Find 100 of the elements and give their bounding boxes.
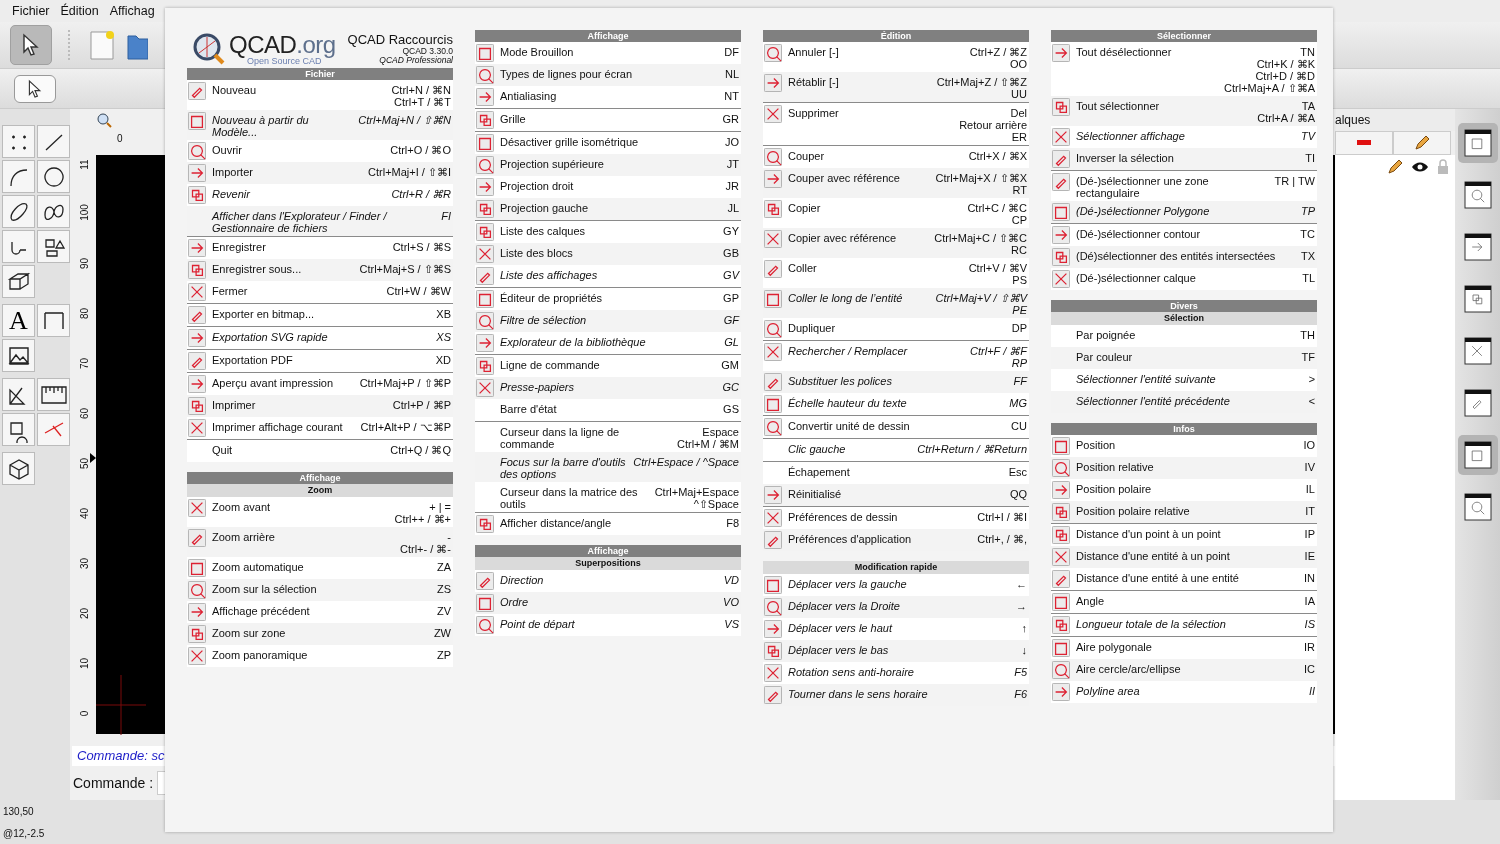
- shortcut-label: (Dé-)sélectionner contour: [1076, 227, 1202, 240]
- shortcut-label: Fermer: [212, 284, 249, 297]
- shortcut-label: Rechercher / Remplacer: [788, 344, 909, 357]
- drawing-tool-button[interactable]: [2, 265, 35, 298]
- shortcut-key: TI: [1305, 152, 1315, 164]
- shortcut-label: Angle: [1076, 594, 1106, 607]
- panel-window-icon[interactable]: [1463, 337, 1492, 365]
- panel-window-icon[interactable]: [1463, 389, 1492, 417]
- drawing-tool-button[interactable]: [2, 378, 35, 411]
- shortcut-key: Ctrl+O / ⌘O: [390, 144, 451, 156]
- shortcut-label: Réinitialisé: [788, 487, 843, 500]
- shortcut-key: Ctrl+R / ⌘R: [391, 188, 451, 200]
- shortcut-key: ZA: [436, 561, 451, 573]
- drawing-tool-button[interactable]: [37, 304, 70, 337]
- shortcut-label: Tourner dans le sens horaire: [788, 687, 929, 700]
- shortcut-key: Ctrl++ / ⌘+: [394, 513, 451, 525]
- block-tool-button[interactable]: [2, 452, 35, 485]
- shortcut-key: IN: [1304, 572, 1315, 584]
- shortcut-label: Nouveau à partir du Modèle...: [212, 113, 310, 138]
- shortcut-label: Distance d'un point à un point: [1076, 527, 1222, 540]
- shortcut-label: Supprimer: [788, 106, 840, 119]
- shortcut-label: Position: [1076, 438, 1117, 451]
- shortcut-label: Grille: [500, 112, 527, 125]
- panel-window-icon[interactable]: [1463, 181, 1492, 209]
- ruler-label: 40: [78, 506, 90, 522]
- shortcut-label: Afficher distance/angle: [500, 516, 613, 529]
- drawing-tool-button[interactable]: [37, 378, 70, 411]
- shortcut-key: ZP: [436, 649, 451, 661]
- section-header: Affichage: [475, 545, 741, 557]
- shortcut-key: Ctrl+Maj+X / ⇧⌘X: [935, 172, 1027, 184]
- remove-layer-button[interactable]: [1335, 131, 1393, 155]
- shortcut-label: Annuler [-]: [788, 45, 840, 58]
- shortcut-key: GM: [721, 359, 739, 371]
- shortcut-key: VO: [723, 596, 739, 608]
- shortcut-key: IE: [1304, 550, 1315, 562]
- drawing-tool-button[interactable]: [2, 413, 35, 446]
- subsection-header: Superpositions: [475, 557, 741, 570]
- drawing-tool-button[interactable]: [37, 160, 70, 193]
- section-header: Édition: [763, 30, 1029, 42]
- drawing-tool-button[interactable]: [2, 160, 35, 193]
- zoom-icon[interactable]: [96, 112, 112, 128]
- shortcut-label: Projection supérieure: [500, 157, 605, 170]
- shortcut-label: Exportation PDF: [212, 353, 294, 366]
- shortcut-label: Quit: [212, 443, 234, 456]
- pointer-icon: [21, 33, 41, 57]
- ruler-label: 0: [117, 133, 123, 144]
- shortcut-label: Sélectionner affichage: [1076, 129, 1186, 142]
- shortcut-label: Éditeur de propriétés: [500, 291, 604, 304]
- shortcut-key: JO: [724, 136, 739, 148]
- shortcut-label: Échelle hauteur du texte: [788, 396, 908, 409]
- shortcut-key: Ctrl+Maj+Z / ⇧⌘Z: [936, 76, 1027, 88]
- drawing-tool-button[interactable]: [2, 125, 35, 158]
- shortcut-label: Zoom arrière: [212, 530, 276, 543]
- eye-icon[interactable]: [1411, 161, 1429, 173]
- shortcut-key: II: [1308, 685, 1315, 697]
- shortcut-label: Position relative: [1076, 460, 1155, 473]
- shortcut-label: Zoom panoramique: [212, 648, 309, 661]
- shortcut-key: TV: [1300, 130, 1315, 142]
- shortcut-label: Curseur dans la ligne de commande: [500, 425, 621, 450]
- panel-window-icon[interactable]: [1463, 129, 1492, 157]
- shortcut-key: TP: [1300, 205, 1315, 217]
- version-text: QCAD 3.30.0: [402, 46, 453, 57]
- drawing-tool-button[interactable]: [37, 230, 70, 263]
- drawing-tool-button[interactable]: [37, 195, 70, 228]
- shortcut-key: RP: [1011, 357, 1027, 369]
- pencil-icon[interactable]: [1387, 159, 1403, 175]
- menu-item[interactable]: Affichag: [109, 4, 155, 18]
- shortcut-label: Liste des affichages: [500, 268, 599, 281]
- shortcut-label: Copier: [788, 201, 822, 214]
- shortcut-label: Point de départ: [500, 617, 576, 630]
- menu-item[interactable]: Fichier: [12, 4, 50, 18]
- shortcut-key: TF: [1301, 351, 1315, 363]
- select-tool-button[interactable]: [14, 74, 56, 103]
- menu-item[interactable]: Édition: [60, 4, 99, 18]
- shortcut-key: GR: [722, 113, 739, 125]
- shortcut-label: Tout sélectionner: [1076, 99, 1161, 112]
- panel-window-icon[interactable]: [1463, 441, 1492, 469]
- text-tool-button[interactable]: A: [2, 304, 35, 337]
- logo-icon: [193, 33, 225, 65]
- shortcut-label: (Dé-)sélectionner calque: [1076, 271, 1197, 284]
- drawing-tool-button[interactable]: [2, 195, 35, 228]
- shortcut-label: Sélectionner l'entité précédente: [1076, 394, 1231, 407]
- shortcut-key: ZV: [436, 605, 451, 617]
- shortcut-key: Ctrl+I / ⌘I: [977, 511, 1027, 523]
- ruler-label: 10: [78, 656, 90, 672]
- panel-window-icon[interactable]: [1463, 285, 1492, 313]
- drawing-tool-button[interactable]: [2, 339, 35, 372]
- shortcut-key: GL: [724, 336, 739, 348]
- shortcut-key: Ctrl+- / ⌘-: [399, 543, 451, 555]
- shortcut-key: PS: [1012, 274, 1027, 286]
- select-tool-button[interactable]: [10, 25, 52, 65]
- shortcut-key: DF: [724, 46, 739, 58]
- shortcut-label: (Dé-)sélectionner Polygone: [1076, 204, 1211, 217]
- panel-window-icon[interactable]: [1463, 493, 1492, 521]
- shortcut-key: RC: [1011, 244, 1027, 256]
- panel-window-icon[interactable]: [1463, 233, 1492, 261]
- shortcut-label: Imprimer affichage courant: [212, 420, 344, 433]
- ruler-label: 11: [78, 158, 90, 172]
- shortcut-label: Exportation SVG rapide: [212, 330, 329, 343]
- drawing-tool-button[interactable]: [2, 230, 35, 263]
